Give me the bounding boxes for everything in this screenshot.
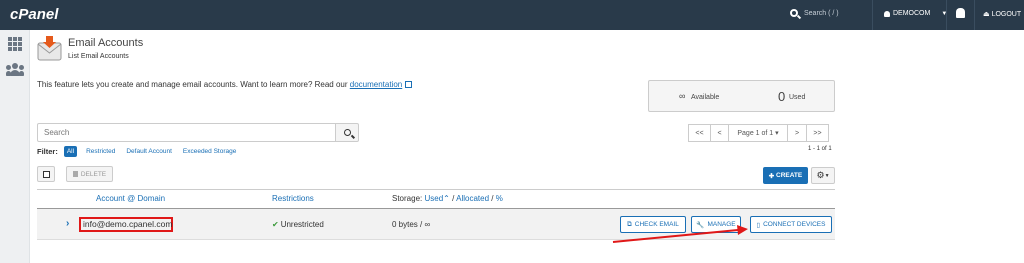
available-label: Available <box>691 94 720 101</box>
user-name: DEMOCOM <box>893 10 931 17</box>
logout-button[interactable]: ⏏ LOGOUT <box>983 10 1021 18</box>
filter-default-account[interactable]: Default Account <box>126 148 172 155</box>
global-search-placeholder: Search ( / ) <box>804 9 839 17</box>
sort-percent-link[interactable]: % <box>496 194 503 203</box>
manage-label: MANAGE <box>707 221 736 228</box>
storage-value: 0 bytes / ∞ <box>392 220 431 229</box>
user-icon <box>884 10 890 17</box>
table-top-divider <box>37 189 835 190</box>
filter-exceeded-storage[interactable]: Exceeded Storage <box>183 148 236 155</box>
delete-button[interactable]: DELETE <box>66 166 113 182</box>
column-header-restrictions[interactable]: Restrictions <box>272 194 314 203</box>
sort-allocated-link[interactable]: Allocated <box>456 194 489 203</box>
create-button[interactable]: ✚ CREATE <box>763 167 808 184</box>
restriction-status: ✔ Unrestricted <box>272 220 324 229</box>
divider <box>974 0 975 30</box>
page-select[interactable]: Page 1 of 1 ▾ <box>728 124 788 142</box>
intro-text: This feature lets you create and manage … <box>37 80 413 89</box>
sort-used-link[interactable]: Used <box>424 194 443 203</box>
cpanel-logo[interactable]: cPanel <box>10 6 58 23</box>
documentation-link[interactable]: documentation <box>350 80 402 89</box>
settings-button[interactable]: ⚙ ▼ <box>811 167 835 184</box>
filter-all[interactable]: All <box>63 146 78 157</box>
search-icon <box>790 9 798 17</box>
page-subtitle: List Email Accounts <box>68 53 129 60</box>
search-input[interactable] <box>37 123 336 142</box>
external-link-icon <box>405 81 413 88</box>
column-header-storage: Storage: Used⌃ / Allocated / % <box>392 194 503 203</box>
connect-devices-label: CONNECT DEVICES <box>763 221 826 228</box>
external-link-icon: ⧉ <box>627 220 632 228</box>
filter-label: Filter: <box>37 147 58 156</box>
gear-icon: ⚙ <box>816 170 825 180</box>
user-menu[interactable]: DEMOCOM ▼ <box>884 10 947 17</box>
create-label: CREATE <box>776 172 803 179</box>
notifications-bell-icon[interactable] <box>956 8 965 18</box>
divider <box>946 0 947 30</box>
search-button[interactable] <box>335 123 359 142</box>
page-label: Page 1 of 1 <box>737 129 774 137</box>
delete-label: DELETE <box>80 170 107 178</box>
result-range: 1 - 1 of 1 <box>808 146 832 152</box>
users-icon[interactable] <box>6 63 24 76</box>
pagination: << < Page 1 of 1 ▾ > >> <box>688 124 829 142</box>
connect-devices-button[interactable]: ▯ CONNECT DEVICES <box>750 216 832 233</box>
next-page-button[interactable]: > <box>787 124 807 142</box>
last-page-button[interactable]: >> <box>806 124 829 142</box>
manage-button[interactable]: 🔧 MANAGE <box>691 216 741 233</box>
infinity-icon: ∞ <box>679 91 686 101</box>
usage-summary: ∞ Available 0 Used <box>648 80 835 112</box>
select-all-checkbox[interactable] <box>37 166 55 182</box>
check-email-button[interactable]: ⧉ CHECK EMAIL <box>620 216 686 233</box>
expand-row-chevron-icon[interactable]: › <box>66 218 69 229</box>
email-envelope-icon <box>37 36 62 61</box>
global-search[interactable]: Search ( / ) <box>790 9 839 17</box>
search-icon <box>344 129 351 136</box>
divider <box>872 0 873 30</box>
account-email: info@demo.cpanel.com <box>79 217 173 232</box>
storage-label: Storage: <box>392 194 423 203</box>
top-navigation-bar: cPanel Search ( / ) DEMOCOM ▼ ⏏ LOGOUT <box>0 0 1024 30</box>
used-label: Used <box>789 94 806 101</box>
intro-sentence: This feature lets you create and manage … <box>37 80 350 89</box>
page-title: Email Accounts <box>68 37 144 49</box>
filter-bar: Filter: All Restricted Default Account E… <box>37 146 247 157</box>
first-page-button[interactable]: << <box>688 124 711 142</box>
filter-restricted[interactable]: Restricted <box>86 148 115 155</box>
wrench-icon: 🔧 <box>696 221 705 229</box>
prev-page-button[interactable]: < <box>710 124 729 142</box>
apps-grid-icon[interactable] <box>8 37 22 51</box>
used-count: 0 <box>778 89 786 104</box>
caret-down-icon: ▼ <box>824 172 830 179</box>
left-sidebar <box>0 30 30 263</box>
checkbox-icon <box>43 171 50 178</box>
logout-label: LOGOUT <box>991 11 1022 18</box>
column-header-account[interactable]: Account @ Domain <box>96 194 165 203</box>
check-email-label: CHECK EMAIL <box>634 221 679 228</box>
mobile-device-icon: ▯ <box>756 221 761 229</box>
sort-up-icon: ⌃ <box>443 194 450 203</box>
checkmark-icon: ✔ <box>272 220 279 229</box>
restriction-label: Unrestricted <box>280 220 324 229</box>
trash-icon <box>72 171 78 177</box>
